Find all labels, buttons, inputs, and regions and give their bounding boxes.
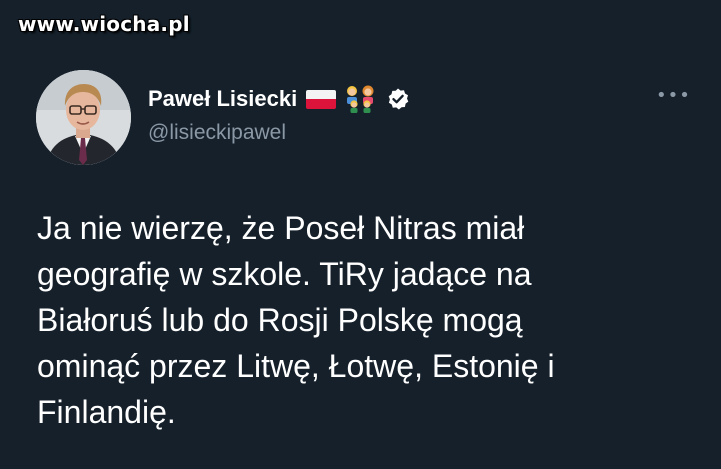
poland-flag-icon bbox=[306, 89, 337, 109]
author-name[interactable]: Paweł Lisiecki bbox=[148, 86, 297, 112]
avatar[interactable] bbox=[36, 70, 131, 165]
avatar-portrait bbox=[36, 70, 131, 165]
tweet-text-line: Finlandię. bbox=[37, 394, 176, 430]
tweet-card: Paweł Lisiecki @lisieckipawel ••• Ja nie… bbox=[0, 0, 721, 469]
tweet-text: Ja nie wierzę, że Poseł Nitras miał geog… bbox=[37, 205, 697, 435]
author-name-row: Paweł Lisiecki bbox=[148, 84, 410, 114]
tweet-text-line: Ja nie wierzę, że Poseł Nitras miał bbox=[37, 210, 525, 246]
verified-badge-icon bbox=[388, 88, 409, 110]
tweet-text-line: ominąć przez Litwę, Łotwę, Estonię i bbox=[37, 348, 555, 384]
author-handle[interactable]: @lisieckipawel bbox=[148, 121, 286, 145]
tweet-text-line: geografię w szkole. TiRy jadące na bbox=[37, 256, 532, 292]
family-emoji-icon bbox=[347, 85, 374, 113]
more-options-icon[interactable]: ••• bbox=[656, 87, 691, 105]
tweet-text-line: Białoruś lub do Rosji Polskę mogą bbox=[37, 302, 523, 338]
